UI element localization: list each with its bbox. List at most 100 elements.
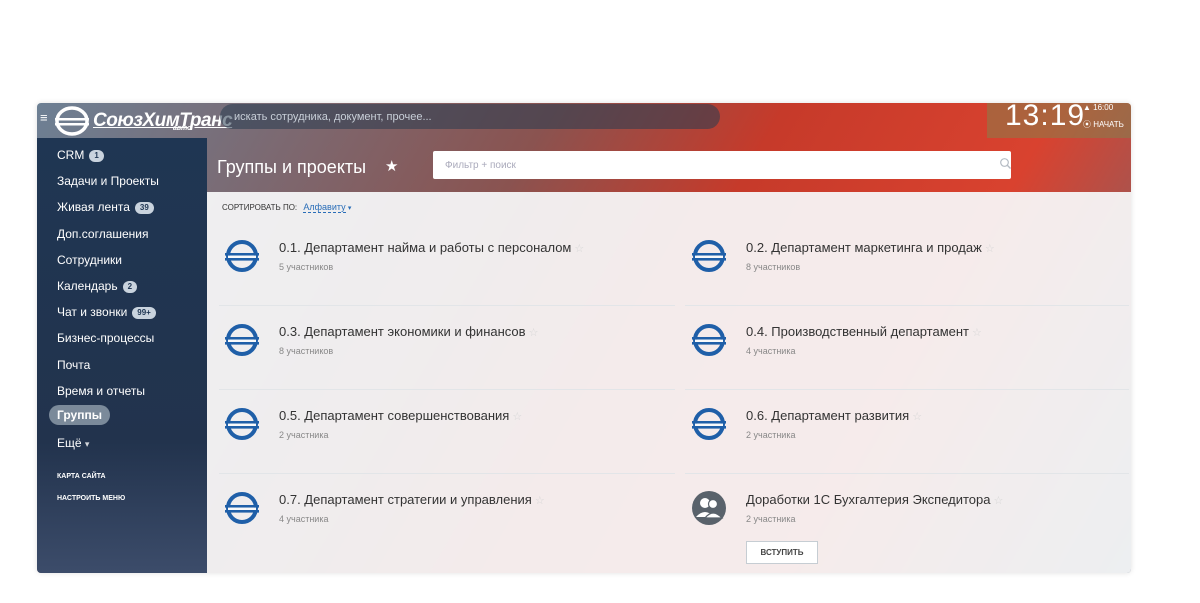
- members-count[interactable]: 5 участников: [279, 262, 333, 272]
- play-circle-icon: ⦿: [1083, 120, 1091, 129]
- group-title[interactable]: 0.7. Департамент стратегии и управления: [279, 492, 532, 507]
- group-card[interactable]: Доработки 1С Бухгалтерия Экспедитора ☆ 2 …: [691, 490, 1131, 573]
- search-input[interactable]: [220, 104, 720, 129]
- group-title[interactable]: 0.2. Департамент маркетинга и продаж: [746, 240, 982, 255]
- counter-badge: 1: [89, 150, 104, 162]
- group-card[interactable]: 0.4. Производственный департамент ☆ 4 уча…: [691, 322, 1131, 406]
- people-icon: [692, 491, 726, 525]
- page-header: Группы и проекты ★: [207, 138, 1131, 192]
- company-logo-icon: [692, 408, 726, 440]
- sidebar-item-chat[interactable]: Чат и звонки 99+: [37, 302, 207, 328]
- sidebar-item-label: Доп.соглашения: [57, 226, 149, 241]
- company-logo-icon: [692, 240, 726, 272]
- group-name[interactable]: 0.6. Департамент развития ☆: [746, 408, 922, 423]
- members-count[interactable]: 2 участника: [746, 514, 795, 524]
- sidebar-item-label: Живая лента: [57, 200, 130, 215]
- logo-subtext: авто: [173, 125, 192, 132]
- search-icon[interactable]: [999, 157, 1013, 171]
- join-button[interactable]: ВСТУПИТЬ: [746, 541, 818, 564]
- divider: [219, 473, 675, 474]
- favorite-star-icon[interactable]: ★: [385, 157, 398, 175]
- members-count[interactable]: 2 участника: [746, 430, 795, 440]
- group-card[interactable]: 0.2. Департамент маркетинга и продаж ☆ 8 …: [691, 238, 1131, 322]
- star-icon[interactable]: ☆: [972, 327, 982, 339]
- sidebar-item-feed[interactable]: Живая лента 39: [37, 197, 207, 223]
- sidebar-item-label: Сотрудники: [57, 252, 122, 267]
- group-name[interactable]: 0.5. Департамент совершенствования ☆: [279, 408, 522, 423]
- star-icon[interactable]: ☆: [985, 243, 995, 255]
- star-icon[interactable]: ☆: [912, 411, 922, 423]
- group-card[interactable]: 0.1. Департамент найма и работы с персон…: [224, 238, 680, 322]
- start-label: НАЧАТЬ: [1093, 120, 1124, 129]
- members-count[interactable]: 4 участника: [279, 514, 328, 524]
- group-name[interactable]: 0.2. Департамент маркетинга и продаж ☆: [746, 240, 995, 255]
- members-count[interactable]: 8 участников: [279, 346, 333, 356]
- company-logo-icon: [225, 324, 259, 356]
- members-count[interactable]: 4 участника: [746, 346, 795, 356]
- counter-badge: 2: [122, 280, 138, 293]
- sidebar-item-bizproc[interactable]: Бизнес-процессы: [37, 328, 207, 354]
- group-name[interactable]: Доработки 1С Бухгалтерия Экспедитора ☆: [746, 492, 1003, 507]
- star-icon[interactable]: ☆: [512, 411, 522, 423]
- sort-control: СОРТИРОВАТЬ ПО: Алфавиту ▾: [222, 202, 351, 213]
- chevron-down-icon: ▾: [84, 439, 90, 450]
- group-title[interactable]: 0.1. Департамент найма и работы с персон…: [279, 240, 571, 255]
- group-title[interactable]: 0.4. Производственный департамент: [746, 324, 969, 339]
- groups-panel: СОРТИРОВАТЬ ПО: Алфавиту ▾ 0.1. Департам…: [207, 192, 1131, 573]
- sidebar-item-crm[interactable]: CRM 1: [37, 145, 207, 171]
- divider: [219, 305, 675, 306]
- sidebar-item-label: Бизнес-процессы: [57, 331, 155, 346]
- logo-text: СоюзХимТранс: [93, 110, 233, 131]
- sidebar-item-label: Календарь: [57, 278, 118, 293]
- group-name[interactable]: 0.7. Департамент стратегии и управления ☆: [279, 492, 545, 507]
- sidebar-item-tasks[interactable]: Задачи и Проекты: [37, 171, 207, 197]
- menu-icon[interactable]: ≡: [40, 111, 50, 125]
- star-icon[interactable]: ☆: [574, 243, 584, 255]
- group-name[interactable]: 0.1. Департамент найма и работы с персон…: [279, 240, 584, 255]
- sitemap-link[interactable]: КАРТА САЙТА: [57, 473, 106, 480]
- configure-menu-link[interactable]: НАСТРОИТЬ МЕНЮ: [57, 495, 125, 502]
- company-logo-icon: [692, 324, 726, 356]
- sidebar-item-more[interactable]: Ещё ▾: [37, 433, 207, 459]
- clock: 13:19: [1005, 103, 1086, 132]
- alarm-time[interactable]: ▲ 16:00: [1083, 103, 1113, 112]
- group-title[interactable]: 0.5. Департамент совершенствования: [279, 408, 509, 423]
- sort-dropdown[interactable]: Алфавиту: [303, 202, 346, 213]
- sort-label: СОРТИРОВАТЬ ПО:: [222, 203, 298, 212]
- group-title[interactable]: 0.3. Департамент экономики и финансов: [279, 324, 526, 339]
- group-card[interactable]: 0.3. Департамент экономики и финансов ☆ 8…: [224, 322, 680, 406]
- sidebar-item-timeman[interactable]: Время и отчеты: [37, 381, 207, 407]
- company-logo-icon: [225, 408, 259, 440]
- sidebar-item-employees[interactable]: Сотрудники: [37, 250, 207, 276]
- sidebar-item-label: Группы: [57, 407, 102, 422]
- sidebar-item-label: Ещё: [57, 436, 82, 451]
- divider: [685, 473, 1129, 474]
- group-card[interactable]: 0.5. Департамент совершенствования ☆ 2 уч…: [224, 406, 680, 490]
- top-bar: ≡ СоюзХимТранс авто 13:19 ▲ 16:00 ⦿ НАЧА…: [37, 103, 1131, 138]
- counter-badge: 39: [134, 202, 154, 215]
- star-icon[interactable]: ☆: [993, 495, 1003, 507]
- sidebar-item-mail[interactable]: Почта: [37, 355, 207, 381]
- sidebar-item-label: Почта: [57, 357, 91, 372]
- members-count[interactable]: 8 участников: [746, 262, 800, 272]
- sidebar-item-label: Время и отчеты: [57, 383, 146, 398]
- sidebar-item-groups[interactable]: Группы: [37, 404, 207, 433]
- divider: [685, 389, 1129, 390]
- group-title[interactable]: Доработки 1С Бухгалтерия Экспедитора: [746, 492, 990, 507]
- sidebar-item-label: CRM: [57, 148, 85, 162]
- star-icon[interactable]: ☆: [529, 327, 539, 339]
- group-name[interactable]: 0.3. Департамент экономики и финансов ☆: [279, 324, 538, 339]
- group-card[interactable]: 0.7. Департамент стратегии и управления ☆…: [224, 490, 680, 573]
- members-count[interactable]: 2 участника: [279, 430, 328, 440]
- sidebar-item-agreements[interactable]: Доп.соглашения: [37, 224, 207, 250]
- company-logo[interactable]: СоюзХимТранс авто: [55, 106, 233, 136]
- filter-search-input[interactable]: [433, 151, 1011, 179]
- group-card[interactable]: 0.6. Департамент развития ☆ 2 участника: [691, 406, 1131, 490]
- star-icon[interactable]: ☆: [535, 495, 545, 507]
- company-logo-icon: [225, 492, 259, 524]
- sidebar-item-calendar[interactable]: Календарь 2: [37, 276, 207, 302]
- group-name[interactable]: 0.4. Производственный департамент ☆: [746, 324, 982, 339]
- start-workday-button[interactable]: ⦿ НАЧАТЬ: [1083, 119, 1124, 130]
- group-title[interactable]: 0.6. Департамент развития: [746, 408, 909, 423]
- sidebar-item-label: Чат и звонки: [57, 305, 128, 320]
